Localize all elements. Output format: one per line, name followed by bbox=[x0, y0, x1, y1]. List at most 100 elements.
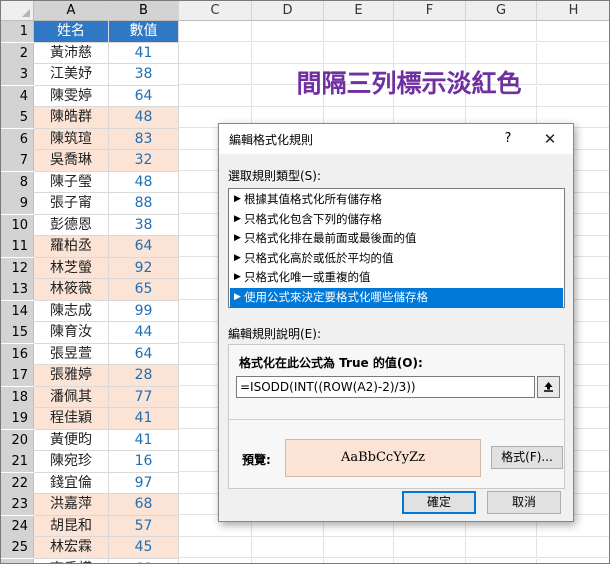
column-header-g[interactable]: G bbox=[466, 1, 537, 21]
name-cell[interactable]: 李香樺 bbox=[34, 558, 109, 563]
format-button[interactable]: 格式(F)... bbox=[491, 446, 563, 469]
empty-cell[interactable] bbox=[252, 21, 324, 42]
row-header[interactable]: 20 bbox=[1, 429, 34, 451]
empty-cell[interactable] bbox=[537, 43, 609, 64]
empty-cell[interactable] bbox=[324, 558, 394, 563]
value-cell[interactable]: 41 bbox=[109, 42, 179, 64]
value-cell[interactable]: 64 bbox=[109, 236, 179, 258]
name-cell[interactable]: 黃便昀 bbox=[34, 429, 109, 451]
value-cell[interactable]: 28 bbox=[109, 365, 179, 387]
header-cell-name[interactable]: 姓名 bbox=[34, 21, 109, 43]
value-cell[interactable]: 64 bbox=[109, 85, 179, 107]
empty-cell[interactable] bbox=[179, 85, 252, 107]
name-cell[interactable]: 陳育汝 bbox=[34, 322, 109, 344]
help-button[interactable]: ? bbox=[497, 128, 519, 150]
name-cell[interactable]: 黃沛慈 bbox=[34, 42, 109, 64]
value-cell[interactable]: 32 bbox=[109, 150, 179, 172]
row-header[interactable]: 2 bbox=[1, 42, 34, 64]
header-cell-value[interactable]: 數值 bbox=[109, 21, 179, 43]
value-cell[interactable]: 88 bbox=[109, 193, 179, 215]
empty-cell[interactable] bbox=[394, 21, 466, 42]
name-cell[interactable]: 陳子瑩 bbox=[34, 171, 109, 193]
name-cell[interactable]: 林芝螢 bbox=[34, 257, 109, 279]
row-header[interactable]: 7 bbox=[1, 150, 34, 171]
row-header[interactable]: 3 bbox=[1, 64, 34, 85]
rule-type-item[interactable]: ▶ 使用公式來決定要格式化哪些儲存格 bbox=[230, 288, 563, 308]
value-cell[interactable]: 65 bbox=[109, 279, 179, 301]
column-header-c[interactable]: C bbox=[179, 1, 252, 21]
empty-cell[interactable] bbox=[179, 42, 252, 64]
empty-cell[interactable] bbox=[252, 537, 324, 558]
row-header[interactable]: 18 bbox=[1, 386, 34, 408]
empty-cell[interactable] bbox=[466, 537, 537, 558]
empty-cell[interactable] bbox=[466, 42, 537, 64]
name-cell[interactable]: 陳雯婷 bbox=[34, 85, 109, 107]
value-cell[interactable]: 41 bbox=[109, 429, 179, 451]
row-header[interactable]: 13 bbox=[1, 279, 34, 300]
value-cell[interactable]: 64 bbox=[109, 343, 179, 365]
empty-cell[interactable] bbox=[179, 21, 252, 42]
row-header[interactable]: 8 bbox=[1, 171, 34, 193]
name-cell[interactable]: 陳志成 bbox=[34, 300, 109, 322]
name-cell[interactable]: 林宏霖 bbox=[34, 537, 109, 559]
name-cell[interactable]: 江美妤 bbox=[34, 64, 109, 86]
rule-type-item[interactable]: ▶ 只格式化唯一或重複的值 bbox=[230, 268, 563, 288]
cancel-button[interactable]: 取消 bbox=[487, 491, 561, 514]
value-cell[interactable]: 48 bbox=[109, 171, 179, 193]
column-header-h[interactable]: H bbox=[537, 1, 609, 21]
row-header[interactable]: 10 bbox=[1, 214, 34, 236]
row-header[interactable]: 25 bbox=[1, 537, 34, 558]
value-cell[interactable]: 77 bbox=[109, 386, 179, 408]
row-header[interactable]: 16 bbox=[1, 343, 34, 365]
empty-cell[interactable] bbox=[537, 537, 609, 558]
value-cell[interactable]: 44 bbox=[109, 322, 179, 344]
rule-type-item[interactable]: ▶ 只格式化高於或低於平均的值 bbox=[230, 249, 563, 269]
name-cell[interactable]: 張子甯 bbox=[34, 193, 109, 215]
name-cell[interactable]: 陳筑瑄 bbox=[34, 128, 109, 150]
row-header[interactable]: 14 bbox=[1, 300, 34, 322]
value-cell[interactable]: 57 bbox=[109, 515, 179, 537]
row-header[interactable]: 11 bbox=[1, 236, 34, 257]
column-header-d[interactable]: D bbox=[252, 1, 324, 21]
rule-type-item[interactable]: ▶ 根據其值格式化所有儲存格 bbox=[230, 190, 563, 210]
empty-cell[interactable] bbox=[537, 559, 609, 564]
row-header[interactable]: 1 bbox=[1, 21, 34, 42]
name-cell[interactable]: 張雅婷 bbox=[34, 365, 109, 387]
value-cell[interactable]: 92 bbox=[109, 257, 179, 279]
value-cell[interactable]: 38 bbox=[109, 214, 179, 236]
column-header-e[interactable]: E bbox=[324, 1, 394, 21]
row-header[interactable]: 12 bbox=[1, 257, 34, 279]
row-header[interactable]: 22 bbox=[1, 472, 34, 494]
collapse-dialog-button[interactable] bbox=[537, 376, 560, 398]
name-cell[interactable]: 羅柏丞 bbox=[34, 236, 109, 258]
value-cell[interactable]: 38 bbox=[109, 64, 179, 86]
name-cell[interactable]: 洪嘉萍 bbox=[34, 494, 109, 516]
empty-cell[interactable] bbox=[179, 537, 252, 558]
row-header[interactable]: 21 bbox=[1, 451, 34, 472]
empty-cell[interactable] bbox=[324, 537, 394, 558]
name-cell[interactable]: 潘佩其 bbox=[34, 386, 109, 408]
name-cell[interactable]: 陳宛珍 bbox=[34, 451, 109, 473]
formula-input[interactable]: =ISODD(INT((ROW(A2)-2)/3)) bbox=[236, 376, 535, 398]
name-cell[interactable]: 錢宜倫 bbox=[34, 472, 109, 494]
name-cell[interactable]: 胡昆和 bbox=[34, 515, 109, 537]
rule-type-item[interactable]: ▶ 只格式化排在最前面或最後面的值 bbox=[230, 229, 563, 249]
row-header[interactable]: 15 bbox=[1, 322, 34, 343]
row-header[interactable]: 17 bbox=[1, 365, 34, 386]
value-cell[interactable]: 68 bbox=[109, 494, 179, 516]
value-cell[interactable]: 45 bbox=[109, 537, 179, 559]
row-header[interactable]: 26 bbox=[1, 558, 34, 563]
select-all-corner[interactable] bbox=[1, 1, 34, 21]
column-header-b[interactable]: B bbox=[109, 1, 179, 21]
empty-cell[interactable] bbox=[466, 558, 537, 563]
empty-cell[interactable] bbox=[394, 537, 466, 558]
empty-cell[interactable] bbox=[179, 558, 252, 563]
empty-cell[interactable] bbox=[324, 42, 394, 64]
empty-cell[interactable] bbox=[252, 42, 324, 64]
row-header[interactable]: 4 bbox=[1, 85, 34, 107]
row-header[interactable]: 19 bbox=[1, 408, 34, 429]
name-cell[interactable]: 程佳穎 bbox=[34, 408, 109, 430]
row-header[interactable]: 5 bbox=[1, 107, 34, 128]
value-cell[interactable]: 48 bbox=[109, 107, 179, 129]
column-header-f[interactable]: F bbox=[394, 1, 466, 21]
